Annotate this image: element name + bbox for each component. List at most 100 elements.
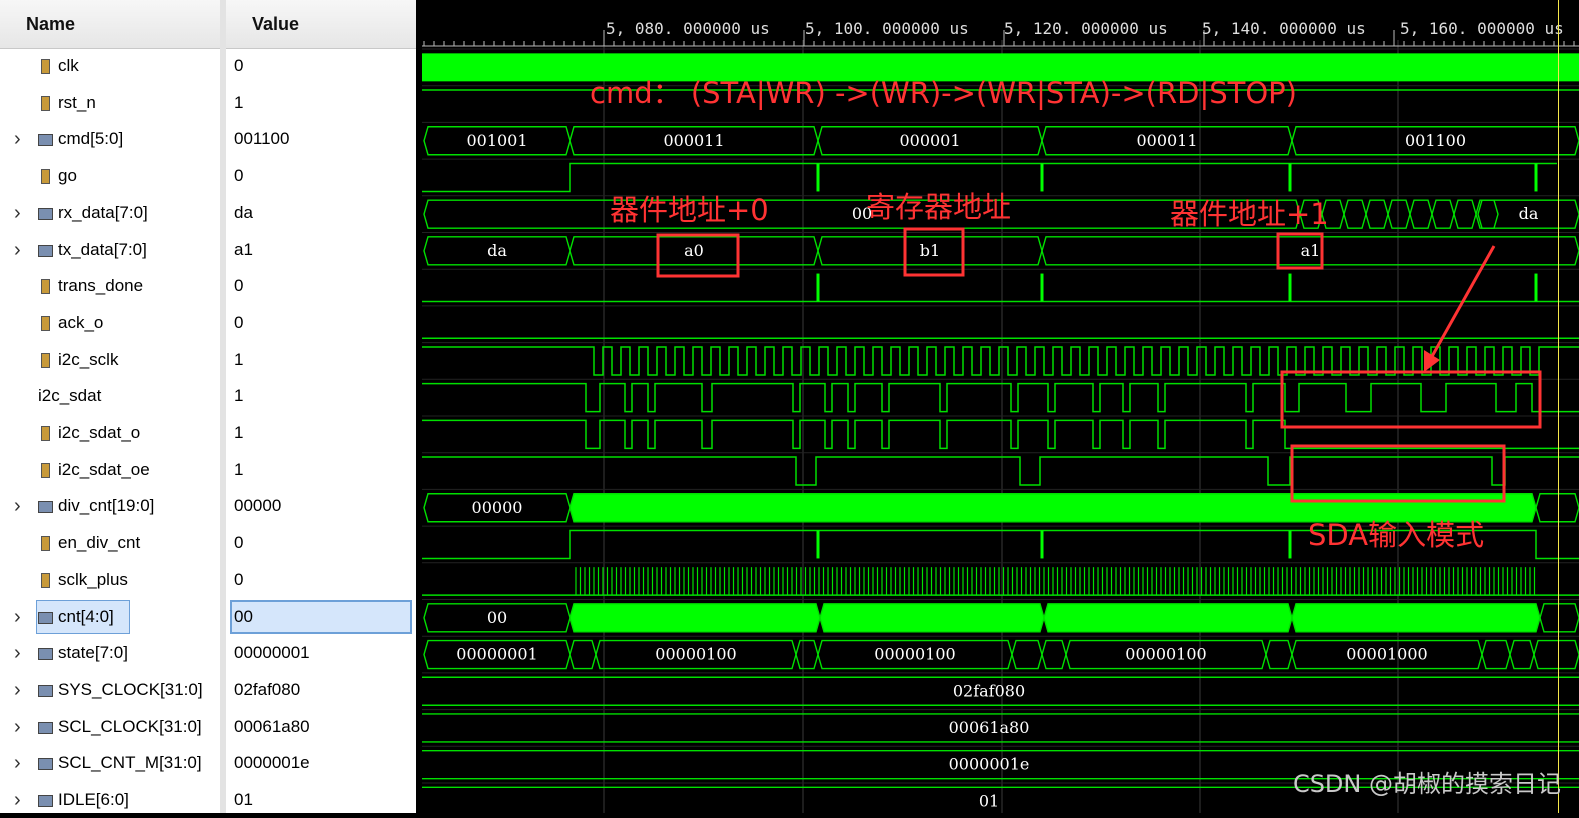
signal-value: da bbox=[234, 202, 253, 222]
value-row[interactable]: 1 bbox=[226, 415, 416, 451]
value-row[interactable]: 0 bbox=[226, 48, 416, 84]
signal-row[interactable]: › SCL_CLOCK[31:0] bbox=[0, 709, 220, 745]
expand-chevron-icon[interactable]: › bbox=[14, 232, 28, 268]
value-row[interactable]: 001100 bbox=[226, 121, 416, 157]
signal-row[interactable]: › div_cnt[19:0] bbox=[0, 488, 220, 524]
expand-chevron-icon[interactable]: › bbox=[14, 672, 28, 708]
expand-chevron-icon[interactable]: › bbox=[14, 745, 28, 781]
expand-chevron-icon[interactable]: › bbox=[14, 635, 28, 671]
signal-row[interactable]: i2c_sclk bbox=[0, 342, 220, 378]
bus-signal-icon bbox=[38, 683, 53, 697]
waveform-panel[interactable]: 5, 080. 000000 us 5, 100. 000000 us 5, 120… bbox=[422, 0, 1579, 813]
signal-name: go bbox=[58, 166, 77, 186]
signal-name: rx_data[7:0] bbox=[58, 202, 148, 222]
expand-chevron-icon[interactable]: › bbox=[14, 121, 28, 157]
signal-value: 0000001e bbox=[234, 753, 310, 773]
value-row[interactable]: 1 bbox=[226, 85, 416, 121]
signal-value: 02faf080 bbox=[234, 679, 301, 699]
signal-row[interactable]: i2c_sdat bbox=[0, 378, 220, 414]
bit-signal-icon bbox=[38, 426, 52, 441]
value-row[interactable]: 1 bbox=[226, 342, 416, 378]
signal-value: 1 bbox=[234, 349, 244, 369]
bus-segment bbox=[1043, 603, 1293, 633]
cmd-annotation: cmd： (STA|WR) ->(WR)->(WR|STA)->(RD|STOP… bbox=[590, 76, 1297, 110]
waveform-canvas[interactable]: 5, 080. 000000 us 5, 100. 000000 us 5, 120… bbox=[422, 0, 1579, 813]
value-row[interactable]: 1 bbox=[226, 452, 416, 488]
signal-value: 0 bbox=[234, 166, 244, 186]
signal-value: 001100 bbox=[234, 129, 290, 149]
signal-value: 0 bbox=[234, 56, 244, 75]
value-row[interactable]: 0 bbox=[226, 158, 416, 194]
expand-chevron-icon[interactable]: › bbox=[14, 195, 28, 231]
signal-value: 1 bbox=[234, 423, 244, 442]
selection-highlight bbox=[230, 599, 412, 634]
value-row[interactable]: da bbox=[226, 195, 416, 231]
signal-row[interactable]: › rx_data[7:0] bbox=[0, 195, 220, 231]
signal-name: div_cnt[19:0] bbox=[58, 496, 155, 516]
signal-row[interactable]: go bbox=[0, 158, 220, 194]
value-row[interactable]: 00000001 bbox=[226, 635, 416, 671]
signal-row[interactable]: i2c_sdat_o bbox=[0, 415, 220, 451]
name-column-header[interactable]: Name bbox=[0, 0, 220, 49]
value-row[interactable]: 00000 bbox=[226, 488, 416, 524]
signal-name: SCL_CLOCK[31:0] bbox=[58, 716, 202, 736]
bus-segment bbox=[1265, 639, 1293, 670]
value-row[interactable]: 0 bbox=[226, 562, 416, 598]
bus-signal-icon bbox=[38, 610, 53, 624]
bus-segment bbox=[1387, 199, 1411, 229]
expand-chevron-icon[interactable]: › bbox=[14, 488, 28, 524]
bit-waveform bbox=[422, 382, 1579, 413]
signal-name: SYS_CLOCK[31:0] bbox=[58, 679, 203, 699]
time-cursor[interactable] bbox=[1558, 0, 1559, 813]
signal-row[interactable]: rst_n bbox=[0, 85, 220, 121]
value-row[interactable]: 0 bbox=[226, 525, 416, 561]
bus-signal-icon bbox=[38, 499, 53, 514]
signal-name: rst_n bbox=[58, 92, 96, 112]
signal-row[interactable]: en_div_cnt bbox=[0, 525, 220, 561]
signal-name: trans_done bbox=[58, 276, 144, 296]
bus-segment bbox=[1291, 603, 1541, 633]
annotation-arrow-head bbox=[1424, 350, 1440, 372]
value-row[interactable]: 00061a80 bbox=[226, 709, 416, 745]
expand-chevron-icon[interactable]: › bbox=[14, 599, 28, 635]
signal-row[interactable]: ack_o bbox=[0, 305, 220, 341]
signal-row[interactable]: i2c_sdat_oe bbox=[0, 452, 220, 488]
value-row[interactable]: 1 bbox=[226, 378, 416, 414]
signal-row[interactable]: › SCL_CNT_M[31:0] bbox=[0, 745, 220, 781]
signal-row[interactable]: trans_done bbox=[0, 268, 220, 304]
expand-chevron-icon[interactable]: › bbox=[14, 709, 28, 745]
bus-signal-icon bbox=[38, 243, 53, 257]
bus-value-label: 00000100 bbox=[1125, 645, 1206, 664]
signal-row[interactable]: › tx_data[7:0] bbox=[0, 232, 220, 268]
signal-row[interactable]: › state[7:0] bbox=[0, 635, 220, 671]
signal-row[interactable]: › cnt[4:0] bbox=[0, 599, 220, 635]
bus-value-label: 00 bbox=[487, 608, 507, 627]
signal-value: 0 bbox=[234, 533, 244, 553]
value-column-header[interactable]: Value bbox=[226, 0, 416, 49]
bus-segment bbox=[1481, 639, 1511, 670]
signal-value: 0 bbox=[234, 276, 244, 296]
sda-input-mode-annotation: SDA输入模式 bbox=[1308, 518, 1485, 552]
signal-row[interactable]: sclk_plus bbox=[0, 562, 220, 598]
signal-row[interactable]: clk bbox=[0, 48, 220, 84]
bus-value-label: 000011 bbox=[1136, 131, 1197, 150]
bus-segment bbox=[569, 639, 597, 670]
value-row[interactable]: 02faf080 bbox=[226, 672, 416, 708]
signal-value: 0 bbox=[234, 569, 244, 589]
bit-signal-icon bbox=[38, 352, 52, 368]
value-row[interactable]: 0000001e bbox=[226, 745, 416, 781]
value-row[interactable]: 00 bbox=[226, 599, 416, 635]
signal-name: clk bbox=[58, 56, 79, 75]
bus-value-label: 000001 bbox=[899, 131, 960, 150]
value-row[interactable]: a1 bbox=[226, 232, 416, 268]
bus-signal-icon bbox=[38, 646, 53, 661]
bus-value-label: 001001 bbox=[466, 131, 527, 150]
signal-value: a1 bbox=[234, 239, 253, 259]
value-row[interactable]: 0 bbox=[226, 305, 416, 341]
signal-row[interactable]: › SYS_CLOCK[31:0] bbox=[0, 672, 220, 708]
bit-signal-icon bbox=[38, 315, 52, 331]
value-row[interactable]: 0 bbox=[226, 268, 416, 304]
bus-value-label: 00000100 bbox=[655, 645, 736, 664]
signal-row[interactable]: › cmd[5:0] bbox=[0, 121, 220, 157]
bus-value-label: 001100 bbox=[1405, 131, 1466, 150]
